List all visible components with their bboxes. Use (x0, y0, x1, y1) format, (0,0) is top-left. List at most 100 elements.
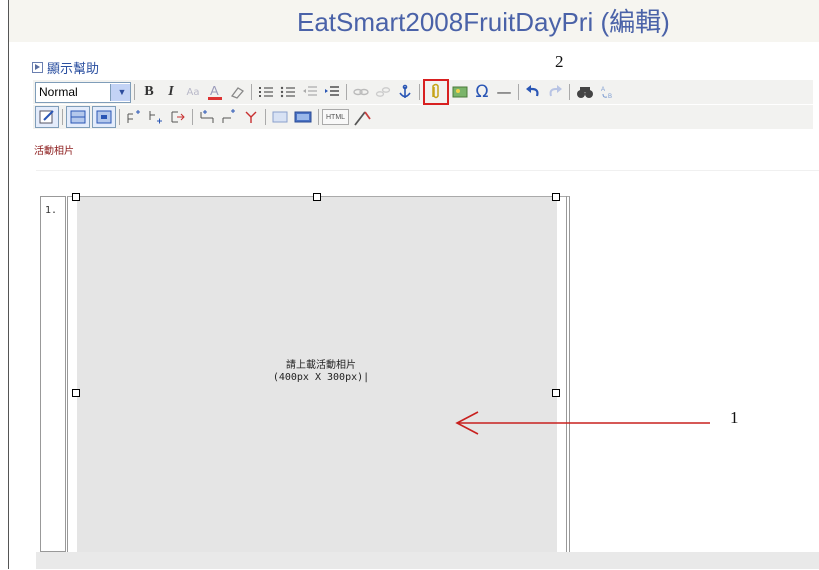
insert-row-after-icon (149, 111, 162, 124)
insert-row-after-button[interactable] (145, 107, 167, 127)
eraser-icon (230, 87, 244, 99)
attach-file-button[interactable] (423, 79, 449, 105)
link-icon (353, 88, 369, 96)
replace-icon: AB (601, 87, 612, 100)
unlink-icon (375, 87, 391, 97)
hammer-icon (354, 111, 371, 126)
split-cell-button[interactable] (196, 107, 218, 127)
table-icon (70, 110, 86, 124)
edit-mode-button[interactable] (35, 106, 59, 128)
insert-image-button[interactable] (449, 82, 471, 102)
page: EatSmart2008FruitDayPri (編輯) 顯示幫助 2 Norm… (0, 0, 819, 570)
font-color-button[interactable]: A (204, 82, 226, 102)
toolbar-separator (62, 109, 63, 125)
resize-handle-top[interactable] (313, 193, 321, 201)
image-icon (452, 86, 468, 98)
chevron-down-icon[interactable]: ▼ (110, 83, 130, 101)
ordered-list-button[interactable] (255, 82, 277, 102)
toolbar-separator (119, 109, 120, 125)
resize-handle-right[interactable] (552, 389, 560, 397)
toolbar-separator (265, 109, 266, 125)
table-insert-button[interactable] (66, 106, 90, 128)
placeholder-text: 請上載活動相片 (400px X 300px)| (256, 360, 386, 384)
merge-cell-button[interactable] (218, 107, 240, 127)
undo-button[interactable] (522, 82, 544, 102)
clean-format-button[interactable] (349, 107, 375, 127)
delete-cell-icon (245, 111, 257, 123)
toolbar-separator (569, 84, 570, 100)
form-icon (272, 111, 288, 123)
format-select[interactable]: Normal ▼ (35, 81, 131, 103)
horizontal-rule-button[interactable]: — (493, 82, 515, 102)
editor-toolbar-row-1: Normal ▼ B I Aa A Ω — A B (33, 79, 813, 105)
special-char-button[interactable]: Ω (471, 82, 493, 102)
media-icon (294, 111, 312, 123)
editor-status-bar (36, 552, 819, 569)
indent-icon (325, 86, 339, 96)
svg-text:A: A (210, 83, 219, 98)
toolbar-separator (518, 84, 519, 100)
ordered-list-icon (259, 87, 273, 97)
title-bar: EatSmart2008FruitDayPri (編輯) (9, 0, 819, 42)
html-source-button[interactable]: HTML (322, 109, 350, 125)
section-label: 活動相片 (34, 146, 74, 157)
eraser-button[interactable] (226, 82, 248, 102)
redo-button[interactable] (544, 82, 566, 102)
insert-column-icon (171, 111, 185, 123)
insert-row-before-button[interactable] (123, 107, 145, 127)
link-button[interactable] (350, 82, 372, 102)
font-size-button[interactable]: Aa (182, 82, 204, 102)
help-label: 顯示幫助 (47, 62, 100, 77)
svg-text:A: A (601, 87, 605, 93)
line-number: 1. (40, 196, 66, 552)
svg-text:B: B (608, 94, 612, 100)
delete-cell-button[interactable] (240, 107, 262, 127)
outdent-icon (303, 86, 317, 96)
form-button[interactable] (269, 107, 291, 127)
rule-icon: — (496, 83, 512, 101)
replace-button[interactable]: AB (597, 82, 619, 102)
toolbar-separator (318, 109, 319, 125)
annotation-arrow (455, 411, 710, 435)
italic-button[interactable]: I (160, 82, 182, 102)
help-toggle[interactable]: 顯示幫助 (32, 58, 99, 77)
split-cell-icon (200, 110, 214, 123)
outdent-button[interactable] (299, 82, 321, 102)
insert-column-button[interactable] (167, 107, 189, 127)
annotation-marker-2: 2 (555, 52, 564, 71)
expand-icon (32, 62, 43, 73)
omega-icon: Ω (475, 82, 489, 102)
media-button[interactable] (291, 107, 315, 127)
resize-handle-top-left[interactable] (72, 193, 80, 201)
toolbar-separator (419, 84, 420, 100)
find-button[interactable] (573, 82, 597, 102)
edit-page-icon (39, 110, 54, 124)
placeholder-text-line-1: 請上載活動相片 (286, 360, 356, 371)
bold-button[interactable]: B (138, 82, 160, 102)
table-properties-button[interactable] (92, 106, 116, 128)
anchor-icon (399, 84, 411, 98)
format-select-value: Normal (39, 85, 78, 99)
indent-button[interactable] (321, 82, 343, 102)
redo-icon (549, 85, 562, 97)
html-source-label: HTML (326, 113, 346, 121)
toolbar-separator (251, 84, 252, 100)
undo-icon (526, 85, 539, 97)
table-props-icon (96, 110, 112, 124)
unlink-button[interactable] (372, 82, 394, 102)
frame-border (8, 0, 9, 569)
unordered-list-button[interactable] (277, 82, 299, 102)
editor-toolbar-row-2: HTML (33, 105, 813, 129)
table-border (566, 196, 567, 552)
toolbar-separator (346, 84, 347, 100)
toolbar-separator (192, 109, 193, 125)
resize-handle-top-right[interactable] (552, 193, 560, 201)
toolbar-separator (134, 84, 135, 100)
insert-row-icon (127, 110, 140, 123)
resize-handle-left[interactable] (72, 389, 80, 397)
annotation-marker-1: 1 (730, 408, 739, 427)
binoculars-icon (577, 87, 593, 98)
paperclip-icon (432, 83, 439, 99)
unordered-list-icon (280, 86, 295, 98)
anchor-button[interactable] (394, 82, 416, 102)
